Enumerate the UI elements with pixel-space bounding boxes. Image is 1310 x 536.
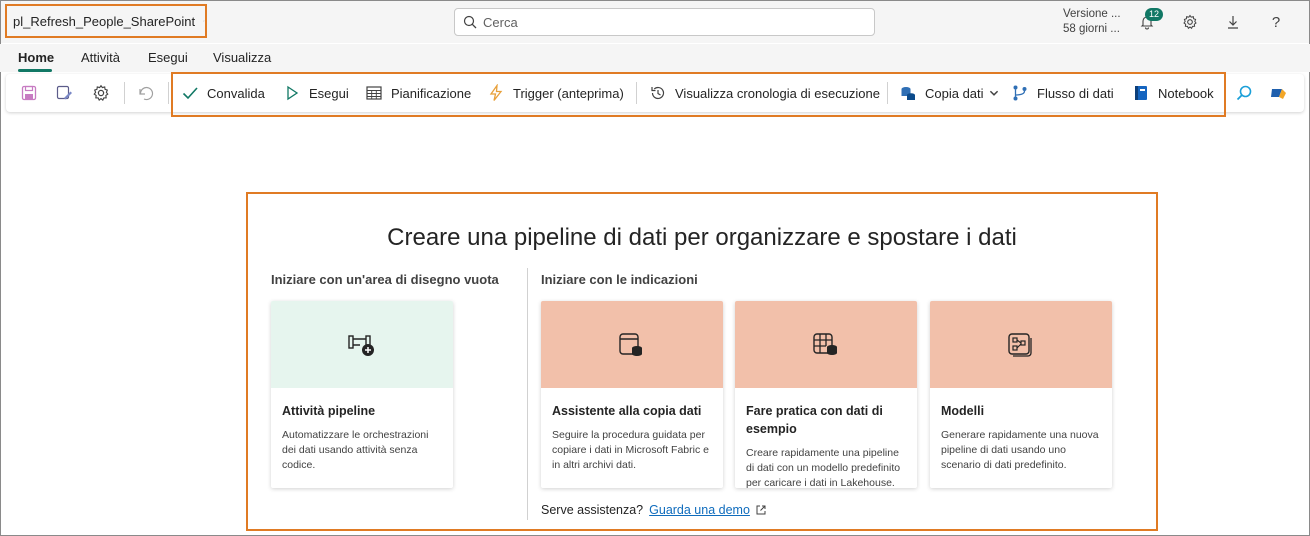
search-placeholder: Cerca: [483, 14, 518, 30]
copy-assistant-icon: [619, 332, 642, 356]
undo-icon: [139, 86, 154, 101]
templates-icon: [1008, 332, 1032, 357]
copy-data-label: Copia dati: [925, 85, 984, 101]
chevron-down-icon: [989, 90, 998, 96]
external-link-icon: [756, 505, 766, 515]
card-image: [541, 301, 723, 388]
pipeline-name-dropdown[interactable]: pl_Refresh_People_SharePoint: [5, 4, 207, 38]
help-button[interactable]: ?: [1266, 12, 1286, 32]
schedule-button[interactable]: Pianificazione: [365, 83, 471, 103]
calendar-icon: [366, 86, 382, 100]
watch-demo-link[interactable]: Guarda una demo: [649, 503, 750, 517]
version-label: Versione ...: [1063, 8, 1121, 20]
version-info[interactable]: Versione ... 58 giorni ...: [1063, 7, 1121, 37]
question-mark-icon: ?: [1271, 13, 1281, 31]
card-image: [930, 301, 1112, 388]
pipeline-activity-icon: [348, 334, 374, 356]
notebook-icon: [1135, 86, 1147, 100]
save-button[interactable]: [20, 83, 46, 103]
help-text: Serve assistenza?: [541, 503, 644, 517]
save-as-button[interactable]: [55, 83, 81, 103]
notebook-label: Notebook: [1158, 85, 1214, 101]
tab-run[interactable]: Esegui: [148, 50, 188, 65]
run-history-button[interactable]: Visualizza cronologia di esecuzione: [649, 83, 880, 103]
history-icon: [651, 86, 665, 100]
search-input[interactable]: Cerca: [454, 8, 875, 36]
chevron-down-icon: [203, 20, 205, 22]
ribbon-toolbar: Convalida Esegui Pianificazione Trigger …: [6, 74, 1304, 112]
card-image: [735, 301, 917, 388]
card-description: Creare rapidamente una pipeline di dati …: [746, 447, 901, 488]
guided-section-title: Iniziare con le indicazioni: [541, 272, 698, 287]
run-button[interactable]: Esegui: [283, 83, 349, 103]
ribbon-separator: [636, 82, 637, 104]
tab-view[interactable]: Visualizza: [213, 50, 271, 65]
copy-data-dropdown[interactable]: Copia dati: [899, 83, 1000, 103]
gear-icon: [1183, 14, 1197, 30]
download-icon: [1228, 16, 1238, 29]
trigger-button[interactable]: Trigger (anteprima): [487, 83, 624, 103]
search-icon: [1236, 85, 1252, 101]
tab-activities[interactable]: Attività: [81, 50, 120, 65]
card-description: Seguire la procedura guidata per copiare…: [552, 429, 709, 471]
gear-icon: [93, 84, 109, 101]
card-title: Fare pratica con dati di esempio: [746, 404, 883, 436]
copilot-button[interactable]: [1270, 83, 1296, 103]
dataflow-button[interactable]: Flusso di dati: [1011, 83, 1114, 103]
copy-data-icon: [901, 87, 915, 100]
card-image: [271, 301, 453, 388]
search-icon: [463, 15, 477, 29]
settings-button[interactable]: [1180, 12, 1200, 32]
trigger-label: Trigger (anteprima): [513, 85, 624, 101]
dataflow-label: Flusso di dati: [1037, 85, 1114, 101]
card-title: Attività pipeline: [282, 404, 376, 418]
validate-label: Convalida: [207, 85, 265, 101]
run-label: Esegui: [309, 85, 349, 101]
card-title: Modelli: [941, 404, 985, 418]
version-age: 58 giorni ...: [1063, 23, 1120, 35]
lightning-icon: [489, 84, 503, 101]
notification-count-badge: 12: [1145, 8, 1164, 21]
pipeline-activity-card[interactable]: Attività pipeline Automatizzare le orche…: [271, 301, 453, 488]
save-icon: [21, 85, 37, 101]
run-history-label: Visualizza cronologia di esecuzione: [675, 85, 880, 101]
ribbon-tabs: Home Attività Esegui Visualizza: [0, 44, 1310, 72]
download-button[interactable]: [1223, 12, 1243, 32]
ribbon-separator: [887, 82, 888, 104]
schedule-label: Pianificazione: [391, 85, 472, 101]
notebook-button[interactable]: Notebook: [1132, 83, 1214, 103]
sample-data-card[interactable]: Fare pratica con dati di esempio Creare …: [735, 301, 917, 488]
tab-home[interactable]: Home: [18, 50, 54, 65]
help-row: Serve assistenza? Guarda una demo: [541, 503, 767, 517]
copy-assistant-card[interactable]: Assistente alla copia dati Seguire la pr…: [541, 301, 723, 488]
active-tab-indicator: [18, 69, 52, 72]
checkmark-icon: [182, 87, 198, 100]
card-title: Assistente alla copia dati: [552, 404, 702, 418]
section-divider: [527, 268, 528, 520]
search-ribbon-button[interactable]: [1235, 83, 1261, 103]
pipeline-start-panel: Creare una pipeline di dati per organizz…: [246, 192, 1158, 531]
sample-data-icon: [813, 332, 837, 355]
undo-button[interactable]: [136, 83, 162, 103]
save-as-icon: [56, 85, 72, 100]
play-icon: [287, 85, 299, 101]
top-bar: pl_Refresh_People_SharePoint Cerca Versi…: [1, 1, 1309, 43]
blank-canvas-section-title: Iniziare con un'area di disegno vuota: [271, 272, 499, 287]
templates-card[interactable]: Modelli Generare rapidamente una nuova p…: [930, 301, 1112, 488]
card-description: Automatizzare le orchestrazioni dei dati…: [282, 429, 429, 471]
page-title: Creare una pipeline di dati per organizz…: [387, 224, 1017, 251]
copilot-icon: [1271, 89, 1286, 99]
settings-ribbon-button[interactable]: [92, 83, 118, 103]
validate-button[interactable]: Convalida: [181, 83, 265, 103]
pipeline-name: pl_Refresh_People_SharePoint: [13, 13, 196, 29]
card-description: Generare rapidamente una nuova pipeline …: [941, 429, 1099, 471]
ribbon-separator: [168, 82, 169, 104]
ribbon-separator: [124, 82, 125, 104]
dataflow-icon: [1013, 85, 1027, 101]
